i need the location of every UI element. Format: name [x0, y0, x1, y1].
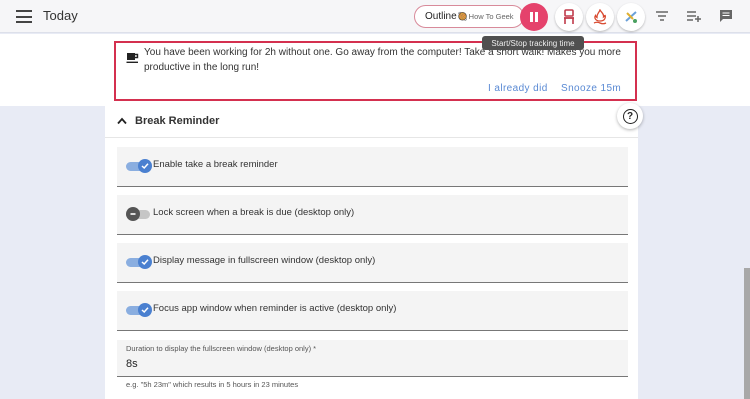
pause-tracking-button[interactable] [520, 3, 548, 31]
help-icon: ? [622, 108, 638, 124]
setting-label: Enable take a break reminder [153, 159, 278, 170]
fullscreen-toggle[interactable] [126, 255, 152, 269]
lock-screen-toggle[interactable] [126, 207, 152, 221]
break-reminder-banner: You have been working for 2h without one… [114, 41, 637, 101]
chip-emoji: 🥘 [457, 12, 468, 21]
current-task-chip[interactable]: Outline 🥘 How To Geek [414, 5, 524, 28]
add-to-list-icon[interactable] [686, 9, 702, 23]
section-header[interactable]: Break Reminder [105, 106, 638, 138]
setting-row-enable-break[interactable]: Enable take a break reminder [117, 147, 628, 187]
coffee-icon [126, 53, 139, 64]
enable-break-toggle[interactable] [126, 159, 152, 173]
check-icon [138, 159, 152, 173]
setting-row-lock-screen[interactable]: Lock screen when a break is due (desktop… [117, 195, 628, 235]
top-header: Today Outline 🥘 How To Geek [0, 0, 750, 33]
chip-subtitle: How To Geek [468, 12, 514, 21]
setting-row-focus-window[interactable]: Focus app window when reminder is active… [117, 291, 628, 331]
banner-message: You have been working for 2h without one… [144, 47, 621, 73]
break-button[interactable] [555, 3, 583, 31]
tracking-tooltip: Start/Stop tracking time [482, 36, 584, 50]
menu-icon[interactable] [16, 10, 32, 23]
sync-icon [625, 11, 637, 23]
minus-icon [126, 207, 140, 221]
pause-icon [530, 12, 533, 22]
focus-window-toggle[interactable] [126, 303, 152, 317]
worked-duration: 2h [264, 47, 276, 58]
chevron-up-icon[interactable] [117, 117, 127, 125]
notes-icon[interactable] [718, 9, 734, 23]
filter-icon[interactable] [654, 9, 670, 23]
page-title: Today [43, 8, 78, 23]
setting-row-fullscreen[interactable]: Display message in fullscreen window (de… [117, 243, 628, 283]
setting-label: Lock screen when a break is due (desktop… [153, 207, 355, 218]
check-icon [138, 303, 152, 317]
fullscreen-duration-field[interactable]: Duration to display the fullscreen windo… [117, 340, 628, 377]
field-hint: e.g. "5h 23m" which results in 5 hours i… [126, 380, 299, 389]
help-button[interactable]: ? [617, 103, 643, 129]
chip-project: Outline [425, 11, 457, 22]
field-label: Duration to display the fullscreen windo… [126, 344, 317, 353]
scrollbar[interactable] [744, 268, 750, 399]
setting-label: Focus app window when reminder is active… [153, 303, 397, 314]
already-did-button[interactable]: I already did [488, 83, 548, 94]
chair-icon [564, 9, 574, 24]
focus-mode-button[interactable] [586, 3, 614, 31]
section-title: Break Reminder [135, 115, 220, 127]
field-value[interactable]: 8s [126, 358, 138, 370]
check-icon [138, 255, 152, 269]
fire-icon [593, 9, 607, 25]
setting-label: Display message in fullscreen window (de… [153, 255, 376, 266]
snooze-button[interactable]: Snooze 15m [561, 83, 621, 94]
sync-button[interactable] [617, 3, 645, 31]
